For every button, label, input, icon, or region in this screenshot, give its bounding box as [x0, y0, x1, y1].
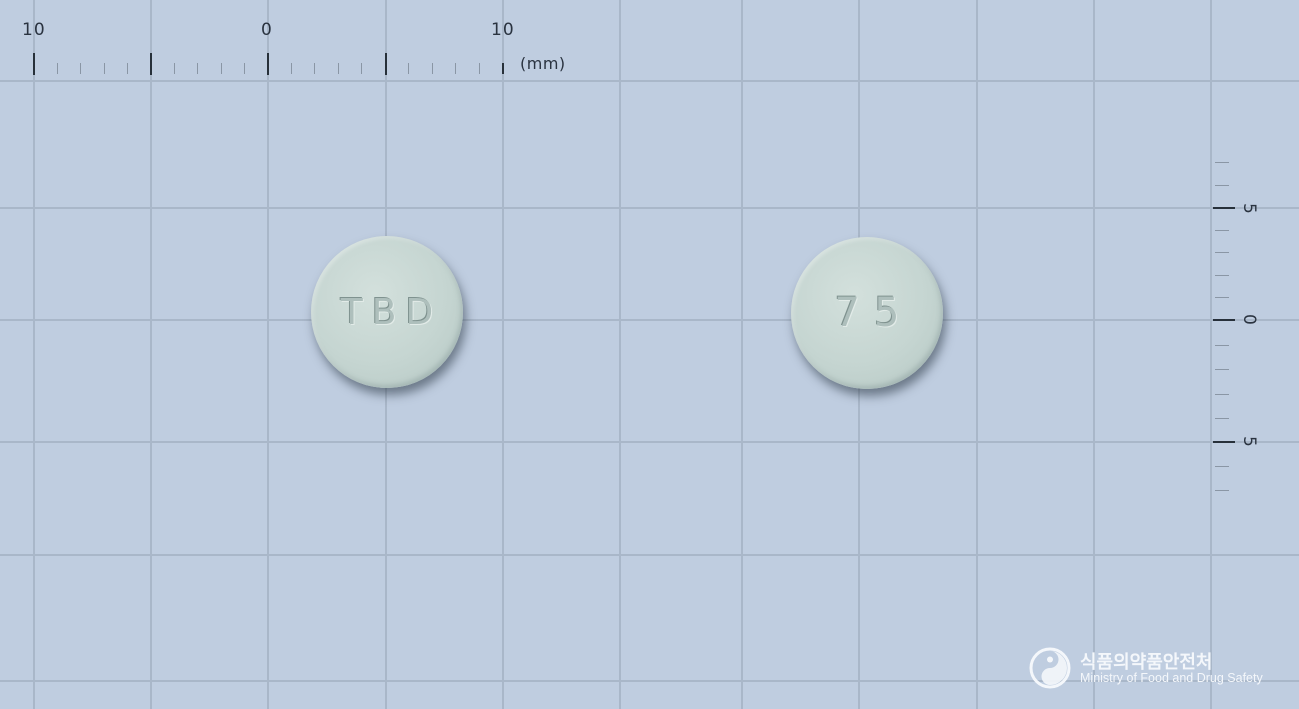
grid-line — [0, 441, 1299, 443]
ruler-minor-tick — [1215, 394, 1229, 395]
ruler-unit-label: (mm) — [520, 54, 566, 73]
photo-canvas: 10 0 10 (mm) 5 0 5 TBD 75 식품의약품안전처 Minis… — [0, 0, 1299, 709]
grid-line — [1093, 0, 1095, 709]
grid-line — [0, 554, 1299, 556]
ruler-minor-tick — [1215, 297, 1229, 298]
grid-line — [976, 0, 978, 709]
ruler-minor-tick — [291, 63, 292, 74]
ruler-major-tick — [385, 53, 387, 75]
pill-back: 75 — [791, 237, 943, 389]
ruler-major-tick — [150, 53, 152, 75]
ruler-minor-tick — [1215, 230, 1229, 231]
grid-line — [619, 0, 621, 709]
ruler-label-upper-5: 5 — [1239, 203, 1259, 215]
grid-line — [33, 0, 35, 709]
mfds-logo-icon — [1029, 647, 1071, 689]
grid-line — [502, 0, 504, 709]
ruler-minor-tick — [1215, 345, 1229, 346]
ruler-minor-tick — [408, 63, 409, 74]
ruler-minor-tick — [502, 63, 504, 74]
grid-line — [1210, 0, 1212, 709]
ruler-minor-tick — [221, 63, 222, 74]
ruler-minor-tick — [1215, 162, 1229, 163]
ruler-minor-tick — [244, 63, 245, 74]
ruler-minor-tick — [314, 63, 315, 74]
ruler-minor-tick — [1215, 185, 1229, 186]
grid-line — [267, 0, 269, 709]
ruler-minor-tick — [479, 63, 480, 74]
ruler-major-tick — [1213, 207, 1235, 209]
ruler-minor-tick — [1215, 275, 1229, 276]
ruler-minor-tick — [1215, 490, 1229, 491]
pill-imprint: 75 — [834, 290, 914, 336]
ruler-minor-tick — [1215, 252, 1229, 253]
ruler-minor-tick — [57, 63, 58, 74]
ruler-minor-tick — [455, 63, 456, 74]
ruler-minor-tick — [127, 63, 128, 74]
ruler-minor-tick — [1215, 369, 1229, 370]
ruler-label-zero: 0 — [261, 20, 273, 40]
ruler-label-zero: 0 — [1239, 314, 1259, 326]
ruler-minor-tick — [361, 63, 362, 74]
ruler-minor-tick — [197, 63, 198, 74]
grid-line — [150, 0, 152, 709]
ruler-major-tick — [33, 53, 35, 75]
ruler-label-right-10: 10 — [491, 20, 515, 40]
ruler-minor-tick — [80, 63, 81, 74]
ruler-minor-tick — [432, 63, 433, 74]
ruler-major-tick — [1213, 441, 1235, 443]
grid-line — [0, 207, 1299, 209]
ruler-major-tick — [267, 53, 269, 75]
ruler-label-left-10: 10 — [22, 20, 46, 40]
pill-imprint: TBD — [340, 291, 443, 333]
ruler-minor-tick — [338, 63, 339, 74]
ruler-minor-tick — [104, 63, 105, 74]
pill-front: TBD — [311, 236, 463, 388]
grid-line — [0, 80, 1299, 82]
ruler-minor-tick — [1215, 466, 1229, 467]
agency-name-english: Ministry of Food and Drug Safety — [1080, 671, 1263, 685]
ruler-label-lower-5: 5 — [1239, 436, 1259, 448]
ruler-major-tick — [1213, 319, 1235, 321]
grid-line — [0, 319, 1299, 321]
ruler-minor-tick — [174, 63, 175, 74]
ruler-minor-tick — [1215, 418, 1229, 419]
grid-line — [741, 0, 743, 709]
